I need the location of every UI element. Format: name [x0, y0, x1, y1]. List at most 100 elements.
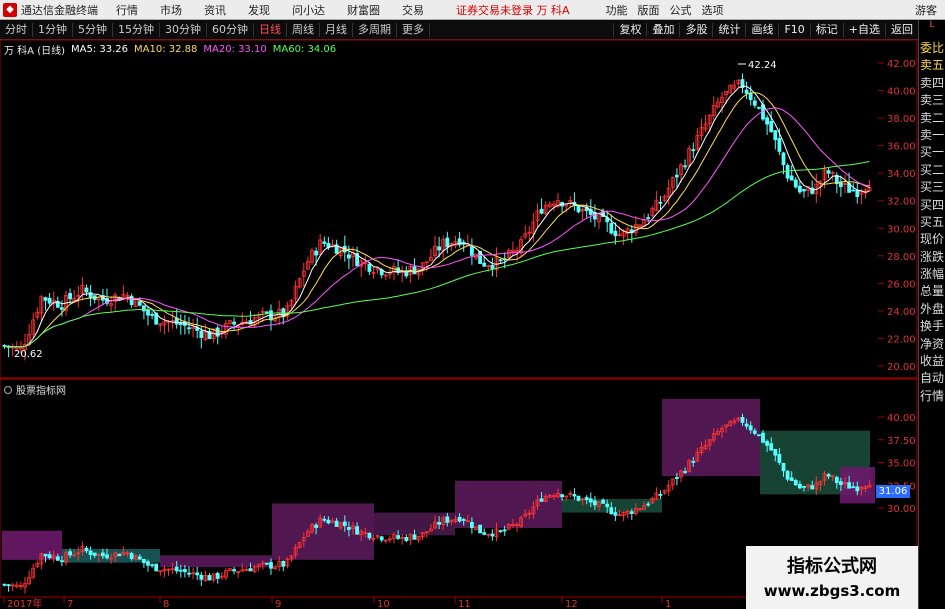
- watermark-title: 指标公式网: [787, 556, 877, 577]
- side-panel-item[interactable]: 卖一: [919, 127, 945, 144]
- guest-user[interactable]: 游客: [915, 2, 937, 18]
- side-panel-item[interactable]: 委比: [919, 40, 945, 57]
- indicator-candle-body: [469, 521, 474, 529]
- indicator-candle-body: [437, 521, 442, 525]
- x-label: 9: [275, 599, 281, 609]
- indicator-candle-body: [683, 471, 687, 473]
- side-panel-item[interactable]: 总量: [919, 283, 945, 300]
- candle-body: [412, 266, 417, 275]
- indicator-candle-body: [691, 460, 696, 463]
- indicator-candle-body: [851, 486, 856, 489]
- indicator-candle-body: [777, 453, 782, 463]
- side-panel-item[interactable]: 买一: [919, 144, 945, 161]
- indicator-candle-body: [601, 499, 605, 504]
- indicator-candle-body: [757, 434, 761, 437]
- candle-body: [793, 179, 798, 188]
- side-panel-item[interactable]: 净资: [919, 336, 945, 353]
- candle-body: [199, 330, 204, 338]
- indicator-candle-body: [826, 474, 831, 477]
- indicator-candle-body: [457, 516, 462, 522]
- candle-body: [445, 237, 450, 248]
- candle-body: [322, 241, 327, 244]
- side-panel-item[interactable]: 自动: [919, 370, 945, 387]
- candle-body: [769, 121, 774, 132]
- indicator-candle-body: [498, 530, 503, 532]
- candle-body: [752, 100, 757, 106]
- indicator-candle-body: [793, 479, 798, 486]
- candle-body: [490, 265, 495, 269]
- indicator-candle-body: [248, 568, 253, 572]
- stock-name[interactable]: 万 科A (日线): [4, 42, 65, 57]
- side-panel-item[interactable]: 行情: [919, 388, 945, 405]
- candle-body: [150, 313, 155, 316]
- indicator-candle-body: [92, 552, 97, 556]
- indicator-candle-body: [105, 554, 109, 559]
- main-y-label: 34.00: [887, 169, 916, 180]
- candle-body: [609, 222, 614, 234]
- candle-body: [785, 165, 790, 179]
- indicator-candle-body: [765, 441, 769, 446]
- candle-body: [757, 106, 761, 109]
- indicator-candle-body: [2, 583, 7, 586]
- side-panel-item[interactable]: 买五: [919, 214, 945, 231]
- candle-body: [773, 130, 778, 141]
- candle-body: [855, 189, 860, 198]
- indicator-candle-body: [178, 569, 183, 572]
- moving-average-lines: [4, 85, 870, 348]
- indicator-candle-body: [740, 416, 745, 423]
- candle-body: [137, 301, 142, 306]
- x-label: 2017年: [7, 597, 42, 609]
- candle-body: [60, 307, 64, 310]
- side-panel-item[interactable]: 买二: [919, 162, 945, 179]
- candle-body: [68, 293, 72, 300]
- candle-body: [437, 246, 442, 251]
- kline-chart[interactable]: 42.00 40.00 38.00 36.00 34.00 32.00 30.00 28.00…: [0, 0, 918, 609]
- main-y-label: 40.00: [887, 87, 916, 98]
- indicator-candle-body: [84, 547, 89, 552]
- side-panel-item[interactable]: 买四: [919, 197, 945, 214]
- indicator-candle-body: [129, 552, 134, 560]
- candle-body: [646, 217, 651, 219]
- indicator-candle-body: [560, 494, 564, 498]
- side-panel-toggle[interactable]: L: [919, 20, 945, 40]
- candle-body: [789, 175, 794, 181]
- indicator-candle-body: [269, 562, 273, 569]
- indicator-candle-body: [490, 533, 495, 537]
- side-panel-item[interactable]: 收益: [919, 353, 945, 370]
- indicator-candle-body: [150, 564, 155, 567]
- indicator-candle-body: [785, 470, 790, 480]
- candle-body: [851, 189, 856, 192]
- sub-y-label: 40.00: [887, 413, 916, 424]
- indicator-candle-body: [839, 481, 843, 485]
- main-y-label: 28.00: [887, 252, 916, 263]
- main-y-label: 30.00: [887, 224, 916, 235]
- candle-body: [178, 322, 183, 325]
- candle-body: [482, 262, 487, 267]
- indicator-candle-body: [355, 526, 360, 535]
- candle-body: [613, 230, 618, 237]
- candle-body: [798, 185, 802, 193]
- ma10-line: [4, 92, 870, 348]
- side-panel-item[interactable]: 现价: [919, 231, 945, 248]
- indicator-candle-body: [609, 507, 614, 515]
- side-panel-item[interactable]: 外盘: [919, 301, 945, 318]
- side-panel-item[interactable]: 买三: [919, 179, 945, 196]
- indicator-candle-body: [752, 430, 757, 434]
- indicator-circle-icon[interactable]: [4, 385, 12, 394]
- main-y-label: 24.00: [887, 307, 916, 318]
- indicator-candle-body: [55, 556, 60, 561]
- indicator-label[interactable]: 股票指标网: [16, 382, 66, 397]
- side-panel-item[interactable]: 卖五: [919, 57, 945, 74]
- indicator-candle-body: [88, 550, 93, 556]
- watermark-url: www.zbgs3.com: [763, 582, 901, 600]
- side-panel-item[interactable]: 涨跌: [919, 249, 945, 266]
- x-label: 7: [67, 599, 73, 609]
- side-panel-item[interactable]: 换手: [919, 318, 945, 335]
- candle-body: [232, 321, 237, 325]
- side-panel-item[interactable]: 卖四: [919, 75, 945, 92]
- side-panel-item[interactable]: 涨幅: [919, 266, 945, 283]
- side-panel-item[interactable]: 卖三: [919, 92, 945, 109]
- candle-body: [498, 259, 503, 262]
- candle-body: [539, 208, 544, 214]
- side-panel-item[interactable]: 卖二: [919, 110, 945, 127]
